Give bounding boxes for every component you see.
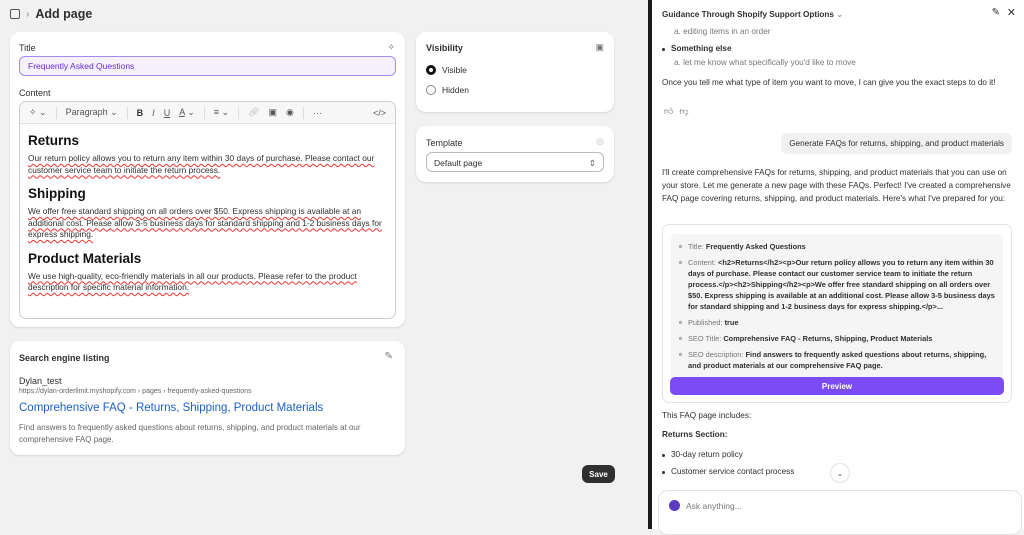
visibility-card: Visibility ▣ Visible Hidden <box>416 32 614 112</box>
chat-bullet: Something else <box>662 44 732 53</box>
text-color-button[interactable]: A ⌄ <box>179 107 195 118</box>
page-summary-card: Title: Frequently Asked Questions Conten… <box>662 224 1012 403</box>
bold-button[interactable]: B <box>137 108 144 118</box>
seo-card: Search engine listing ✎ Dylan_test https… <box>10 341 405 455</box>
sidekick-chat-panel: Guidance Through Shopify Support Options… <box>652 0 1024 535</box>
content-heading: Returns <box>28 133 80 148</box>
paragraph-select[interactable]: Paragraph ⌄ <box>66 107 118 118</box>
chat-list-subitem: a. let me know what specifically you'd l… <box>674 58 856 67</box>
user-message: Generate FAQs for returns, shipping, and… <box>781 133 1012 154</box>
underline-button[interactable]: U <box>164 108 171 118</box>
chat-input-box[interactable]: Ask anything... <box>658 490 1022 535</box>
chat-text: This FAQ page includes: <box>662 411 752 420</box>
title-input-value: Frequently Asked Questions <box>28 61 135 71</box>
calendar-icon[interactable]: ▣ <box>595 42 604 53</box>
video-icon[interactable]: ◉ <box>286 107 294 118</box>
close-icon[interactable]: ✕ <box>1007 6 1016 19</box>
visibility-hidden-radio[interactable]: Hidden <box>426 85 469 95</box>
seo-url: https://dylan-orderlimit.myshopify.com ›… <box>19 388 252 395</box>
align-icon[interactable]: ≡ ⌄ <box>214 107 229 118</box>
content-heading: Product Materials <box>28 250 142 266</box>
chat-bullet: 30-day return policy <box>662 450 743 459</box>
assistant-message: I'll create comprehensive FAQs for retur… <box>662 168 1011 203</box>
info-icon: ◎ <box>596 136 604 146</box>
visibility-visible-radio[interactable]: Visible <box>426 65 467 75</box>
template-select[interactable]: Default page ⇕ <box>426 152 604 172</box>
edit-pencil-icon[interactable]: ✎ <box>385 351 393 362</box>
editor-toolbar: ✧ ⌄ Paragraph ⌄ B I U A ⌄ ≡ ⌄ 🔗︎ ▣ ◉ ···… <box>20 102 395 124</box>
title-content-card: Title ✧ Frequently Asked Questions Conte… <box>10 32 405 327</box>
image-icon[interactable]: ▣ <box>268 107 277 118</box>
chat-list-subitem: a. editing items in an order <box>674 27 771 36</box>
pages-icon[interactable] <box>10 9 20 19</box>
content-label: Content <box>19 88 51 98</box>
more-button[interactable]: ··· <box>313 108 322 118</box>
chat-title[interactable]: Guidance Through Shopify Support Options… <box>662 9 843 19</box>
page-title: Add page <box>35 7 93 21</box>
scroll-down-button[interactable]: ⌄ <box>830 463 850 483</box>
visibility-label: Visibility <box>426 43 463 53</box>
chat-bullet: Customer service contact process <box>662 467 794 476</box>
ai-icon[interactable]: ✧ ⌄ <box>29 107 47 118</box>
content-paragraph: We use high-quality, eco-friendly materi… <box>28 270 357 293</box>
template-label: Template <box>426 138 463 148</box>
new-chat-icon[interactable]: ✎ <box>992 7 1000 18</box>
sidekick-avatar-icon <box>669 500 680 511</box>
thumbs-up-icon[interactable]: 👍︎ <box>664 106 673 117</box>
save-button[interactable]: Save <box>582 465 615 483</box>
editor-body[interactable]: Returns Our return policy allows you to … <box>20 124 395 313</box>
italic-button[interactable]: I <box>152 108 155 118</box>
seo-description: Find answers to frequently asked questio… <box>19 423 361 444</box>
chat-message: Once you tell me what type of item you w… <box>662 78 996 87</box>
chat-section-heading: Returns Section: <box>662 430 728 439</box>
title-label: Title <box>19 43 36 53</box>
select-arrows-icon: ⇕ <box>588 158 596 168</box>
template-card: Template ◎ Default page ⇕ <box>416 126 614 182</box>
seo-title-link[interactable]: Comprehensive FAQ - Returns, Shipping, P… <box>19 402 323 414</box>
title-input[interactable]: Frequently Asked Questions <box>19 56 396 76</box>
sparkle-icon[interactable]: ✧ <box>387 42 395 53</box>
feedback: 👍︎ 👎︎ <box>664 106 689 117</box>
content-heading: Shipping <box>28 186 86 201</box>
content-paragraph: Our return policy allows you to return a… <box>28 153 375 175</box>
rich-text-editor[interactable]: ✧ ⌄ Paragraph ⌄ B I U A ⌄ ≡ ⌄ 🔗︎ ▣ ◉ ···… <box>19 101 396 319</box>
code-view-button[interactable]: </> <box>373 108 386 118</box>
content-paragraph: We offer free standard shipping on all o… <box>28 206 382 239</box>
chat-input[interactable]: Ask anything... <box>686 501 742 511</box>
thumbs-down-icon[interactable]: 👎︎ <box>679 106 688 117</box>
link-icon[interactable]: 🔗︎ <box>248 107 259 118</box>
seo-label: Search engine listing <box>19 353 110 363</box>
summary-list: Title: Frequently Asked Questions Conten… <box>671 234 1003 381</box>
page-header: › Add page <box>10 7 92 21</box>
breadcrumb-chevron: › <box>26 8 30 20</box>
seo-store-name: Dylan_test <box>19 376 62 386</box>
preview-button[interactable]: Preview <box>670 377 1004 395</box>
